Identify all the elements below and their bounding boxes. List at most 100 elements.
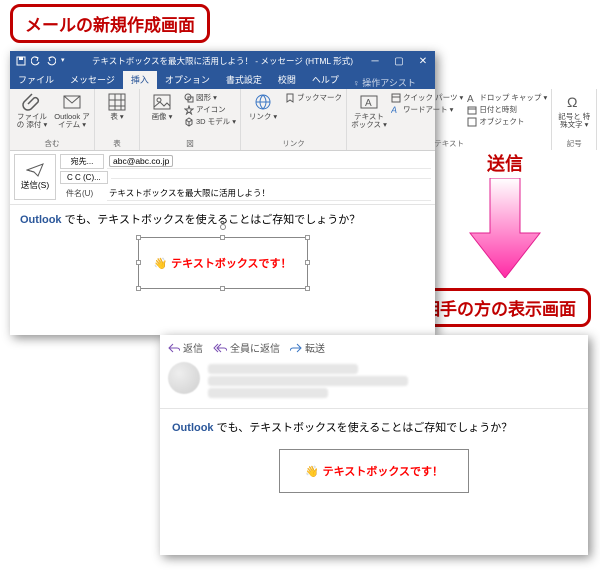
subject-label: 件名(U): [60, 187, 104, 200]
sender-name-blur: [208, 364, 358, 374]
calendar-icon: [467, 105, 477, 115]
ribbon-tabs: ファイル メッセージ 挿入 オプション 書式設定 校閲 ヘルプ ♀ 操作アシスト: [10, 71, 435, 89]
table-button[interactable]: 表 ▾: [99, 92, 135, 121]
dropcap-icon: A: [467, 93, 477, 103]
received-body: Outlook でも、テキストボックスを使えることはご存知でしょうか？ 👋 テキ…: [160, 409, 588, 503]
save-icon[interactable]: [16, 56, 26, 66]
tab-review[interactable]: 校閲: [270, 70, 304, 89]
link-button[interactable]: リンク ▾: [245, 92, 281, 121]
send-arrow: 送信: [455, 150, 555, 280]
svg-text:Ω: Ω: [567, 94, 577, 110]
emoji-icon: 👋: [153, 257, 167, 270]
redo-icon[interactable]: [46, 56, 56, 66]
resize-handle[interactable]: [305, 260, 310, 265]
resize-handle[interactable]: [305, 286, 310, 291]
date-blur: [544, 362, 580, 375]
group-text-label: テキスト: [351, 137, 547, 149]
to-button[interactable]: 宛先...: [60, 154, 104, 169]
group-tables-label: 表: [99, 137, 135, 149]
to-blur: [208, 388, 328, 398]
send-button[interactable]: 送信(S): [14, 154, 56, 200]
paperclip-icon: [22, 92, 42, 112]
tab-message[interactable]: メッセージ: [62, 70, 123, 89]
reply-icon: [168, 343, 180, 353]
forward-button[interactable]: 転送: [290, 340, 325, 355]
undo-icon[interactable]: [31, 56, 41, 66]
outlook-item-icon: [62, 92, 82, 112]
qat-more-icon[interactable]: ▾: [61, 56, 65, 64]
received-panel: 返信 全員に返信 転送 Outlook でも、テキストボックスを使えることはご存…: [160, 335, 588, 555]
object-button[interactable]: オブジェクト: [467, 116, 547, 127]
emoji-icon: 👋: [305, 465, 319, 478]
message-header: [160, 360, 588, 409]
object-icon: [467, 117, 477, 127]
resize-handle[interactable]: [220, 235, 225, 240]
3d-models-button[interactable]: 3D モデル ▾: [184, 116, 236, 127]
tab-help[interactable]: ヘルプ: [304, 70, 347, 89]
reply-all-icon: [213, 343, 227, 353]
received-line-1: Outlook でも、テキストボックスを使えることはご存知でしょうか？: [172, 419, 576, 435]
window-title: テキストボックスを最大限に活用しよう！ - メッセージ (HTML 形式): [92, 55, 353, 67]
svg-text:A: A: [391, 105, 397, 115]
subject-field[interactable]: テキストボックスを最大限に活用しよう！: [107, 186, 431, 201]
textbox-text: テキストボックスです！: [171, 255, 291, 271]
compose-window: ▾ テキストボックスを最大限に活用しよう！ - メッセージ (HTML 形式) …: [10, 51, 435, 335]
close-button[interactable]: ✕: [411, 51, 435, 71]
group-symbols-label: 記号: [556, 137, 592, 149]
omega-icon: Ω: [564, 92, 584, 112]
destination-panel-label: 相手の方の表示画面: [408, 288, 591, 327]
icons-icon: [184, 105, 194, 115]
wordart-button[interactable]: Aワードアート ▾: [391, 104, 463, 115]
minimize-button[interactable]: ─: [363, 51, 387, 71]
title-bar: ▾ テキストボックスを最大限に活用しよう！ - メッセージ (HTML 形式) …: [10, 51, 435, 71]
quickparts-button[interactable]: クイック パーツ ▾: [391, 92, 463, 103]
tab-format[interactable]: 書式設定: [218, 70, 270, 89]
svg-text:A: A: [365, 98, 372, 109]
send-icon: [26, 163, 44, 177]
icons-button[interactable]: アイコン: [184, 104, 236, 115]
attach-file-button[interactable]: ファイルの 添付 ▾: [14, 92, 50, 128]
rotate-handle-icon[interactable]: [220, 224, 226, 230]
cc-field[interactable]: [111, 176, 431, 179]
image-icon: [152, 92, 172, 112]
received-textbox: 👋 テキストボックスです！: [279, 449, 469, 493]
arrow-icon: [455, 178, 555, 278]
resize-handle[interactable]: [136, 260, 141, 265]
symbols-button[interactable]: Ω 記号と 特殊文字 ▾: [556, 92, 592, 128]
resize-handle[interactable]: [305, 235, 310, 240]
resize-handle[interactable]: [220, 286, 225, 291]
attach-outlook-item-button[interactable]: Outlook アイテム ▾: [54, 92, 90, 128]
tab-options[interactable]: オプション: [157, 70, 218, 89]
received-textbox-text: テキストボックスです！: [323, 463, 443, 479]
message-body[interactable]: Outlook でも、テキストボックスを使えることはご存知でしょうか？ 👋 テキ…: [10, 205, 435, 299]
images-button[interactable]: 画像 ▾: [144, 92, 180, 121]
textbox-button[interactable]: A テキスト ボックス ▾: [351, 92, 387, 128]
quickparts-icon: [391, 93, 401, 103]
dropcap-button[interactable]: Aドロップ キャップ ▾: [467, 92, 547, 103]
bookmark-button[interactable]: ブックマーク: [285, 92, 342, 103]
subject-blur: [208, 376, 408, 386]
reply-actions: 返信 全員に返信 転送: [160, 335, 588, 360]
sender-avatar: [168, 362, 200, 394]
recipient-chip[interactable]: abc@abc.co.jp: [109, 155, 173, 167]
source-panel-label: メールの新規作成画面: [10, 4, 210, 43]
shapes-button[interactable]: 図形 ▾: [184, 92, 236, 103]
resize-handle[interactable]: [136, 235, 141, 240]
address-area: 送信(S) 宛先... abc@abc.co.jp C C (C)... 件名(…: [10, 151, 435, 205]
svg-text:A: A: [467, 94, 474, 103]
datetime-button[interactable]: 日付と時刻: [467, 104, 547, 115]
to-field[interactable]: abc@abc.co.jp: [107, 154, 431, 169]
reply-button[interactable]: 返信: [168, 340, 203, 355]
resize-handle[interactable]: [136, 286, 141, 291]
reply-all-button[interactable]: 全員に返信: [213, 340, 280, 355]
maximize-button[interactable]: ▢: [387, 51, 411, 71]
wordart-icon: A: [391, 105, 401, 115]
table-icon: [107, 92, 127, 112]
group-include-label: 含む: [14, 137, 90, 149]
cc-button[interactable]: C C (C)...: [60, 171, 108, 184]
tell-me[interactable]: ♀ 操作アシスト: [347, 76, 435, 89]
tab-insert[interactable]: 挿入: [123, 70, 157, 89]
tab-file[interactable]: ファイル: [10, 70, 62, 89]
group-illustrations-label: 図: [144, 137, 236, 149]
inserted-textbox[interactable]: 👋 テキストボックスです！: [138, 237, 308, 289]
